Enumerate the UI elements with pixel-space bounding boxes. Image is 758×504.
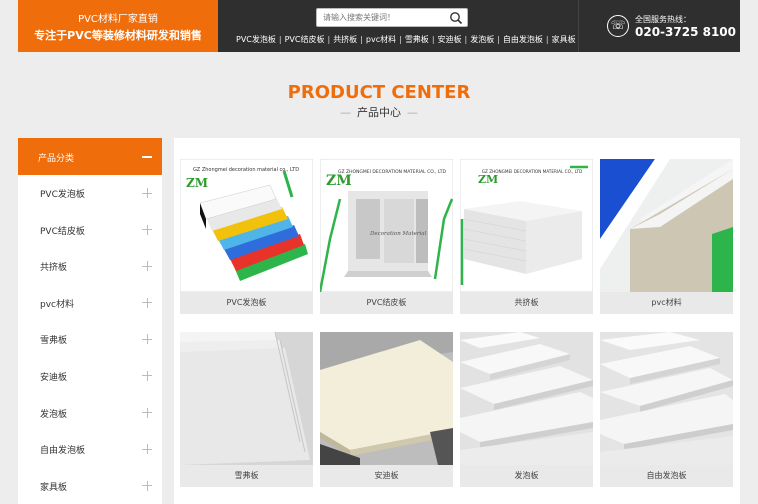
product-caption: 自由发泡板 [600, 465, 733, 487]
title-dash-left: — [340, 106, 351, 119]
phone-icon: ☏ [607, 15, 629, 37]
search-box [316, 8, 468, 27]
sidebar-item-pvc-foam-board[interactable]: PVC发泡板 [18, 175, 162, 212]
product-image-pvc-skin-board: GZ ZHONGMEI DECORATION MATERIAL CO., LTD… [320, 159, 453, 292]
title-dash-right: — [407, 106, 418, 119]
hotline-number: 020-3725 8100 [635, 25, 737, 39]
hotline-block: ☏ 全国服务热线： 020-3725 8100 [578, 0, 740, 52]
product-card[interactable]: GZ ZHONGMEI DECORATION MATERIAL CO., LTD… [460, 159, 593, 314]
product-card[interactable]: 雪弗板 [180, 332, 313, 487]
product-image-snow-board [180, 332, 313, 465]
plus-icon [142, 297, 152, 308]
product-card[interactable]: 安迪板 [320, 332, 453, 487]
plus-icon [142, 224, 152, 235]
product-caption: 安迪板 [320, 465, 453, 487]
sidebar-item-label: PVC结皮板 [40, 226, 85, 237]
product-caption: PVC发泡板 [180, 292, 313, 314]
sidebar-item-furniture-board[interactable]: 家具板 [18, 468, 162, 504]
product-caption: PVC结皮板 [320, 292, 453, 314]
product-image-coextruded-board: GZ ZHONGMEI DECORATION MATERIAL CO., LTD… [460, 159, 593, 292]
top-nav: PVC发泡板 | PVC结皮板 | 共挤板 | pvc材料 | 雪弗板 | 安迪板 | 发泡板 | 自由发泡… [236, 35, 581, 44]
plus-icon [142, 370, 152, 381]
sidebar-item-free-foam-board[interactable]: 自由发泡板 [18, 431, 162, 468]
nav-link-pvc-foam-board[interactable]: PVC发泡板 [236, 35, 276, 44]
plus-icon [142, 407, 152, 418]
nav-link-furniture-board[interactable]: 家具板 [552, 35, 576, 44]
product-image-pvc-foam-board: GZ Zhongmei decoration material co., LTD… [180, 159, 313, 292]
search-icon[interactable] [449, 11, 463, 25]
section-title-cn: — 产品中心 — [0, 104, 758, 120]
sidebar-header-label: 产品分类 [38, 154, 75, 164]
product-caption: 共挤板 [460, 292, 593, 314]
sidebar-item-label: 家具板 [40, 482, 68, 493]
logo-text: ZM [478, 173, 498, 186]
product-grid: GZ Zhongmei decoration material co., LTD… [174, 138, 740, 504]
plus-icon [142, 334, 152, 345]
nav-link-andy-board[interactable]: 安迪板 [438, 35, 462, 44]
section-title-en: PRODUCT CENTER [287, 82, 471, 103]
sidebar-item-pvc-material[interactable]: pvc材料 [18, 285, 162, 322]
sidebar-item-label: 发泡板 [40, 409, 68, 420]
hotline-label: 全国服务热线： [635, 15, 691, 24]
product-caption: 发泡板 [460, 465, 593, 487]
search-input[interactable] [323, 9, 441, 26]
nav-link-pvc-material[interactable]: pvc材料 [366, 35, 396, 44]
top-header: PVC材料厂家直销 专注于PVC等装修材料研发和销售 PVC发泡板|PVC结皮板… [18, 0, 740, 52]
plus-icon [142, 444, 152, 455]
collapse-icon [142, 156, 152, 158]
brand-block[interactable]: PVC材料厂家直销 专注于PVC等装修材料研发和销售 [18, 0, 218, 52]
watermark-text: GZ ZHONGMEI DECORATION MATERIAL CO., LTD [338, 169, 447, 175]
overlay-text: Decoration Material [369, 231, 427, 237]
plus-icon [142, 188, 152, 198]
product-card[interactable]: GZ Zhongmei decoration material co., LTD… [180, 159, 313, 314]
logo-text: ZM [186, 176, 208, 190]
sidebar-item-label: pvc材料 [40, 299, 74, 310]
sidebar-item-pvc-skin-board[interactable]: PVC结皮板 [18, 212, 162, 249]
product-caption: pvc材料 [600, 292, 733, 314]
brand-tagline: 专注于PVC等装修材料研发和销售 [34, 29, 202, 42]
product-card[interactable]: 发泡板 [460, 332, 593, 487]
sidebar-item-snow-board[interactable]: 雪弗板 [18, 321, 162, 358]
sidebar-item-foam-board[interactable]: 发泡板 [18, 395, 162, 432]
sidebar-item-label: PVC发泡板 [40, 190, 85, 200]
product-image-pvc-material [600, 159, 733, 292]
sidebar-item-label: 共挤板 [40, 263, 68, 274]
nav-link-free-foam-board[interactable]: 自由发泡板 [503, 35, 543, 44]
product-caption: 雪弗板 [180, 465, 313, 487]
product-card[interactable]: GZ ZHONGMEI DECORATION MATERIAL CO., LTD… [320, 159, 453, 314]
nav-link-snow-board[interactable]: 雪弗板 [405, 35, 429, 44]
product-card[interactable]: 自由发泡板 [600, 332, 733, 487]
section-title-cn-text: 产品中心 [357, 106, 401, 119]
logo-text: ZM [326, 173, 352, 189]
nav-link-coextruded-board[interactable]: 共挤板 [333, 35, 357, 44]
plus-icon [142, 261, 152, 272]
sidebar-item-label: 自由发泡板 [40, 446, 86, 457]
product-image-foam-board [460, 332, 593, 465]
sidebar-item-label: 安迪板 [40, 372, 68, 383]
sidebar-header[interactable]: 产品分类 [18, 138, 162, 175]
product-image-andy-board [320, 332, 453, 465]
nav-link-pvc-skin-board[interactable]: PVC结皮板 [285, 35, 325, 44]
category-sidebar: 产品分类 PVC发泡板 PVC结皮板 共挤板 pvc材料 雪弗板 安迪板 发泡板… [18, 138, 162, 504]
plus-icon [142, 480, 152, 491]
nav-link-foam-board[interactable]: 发泡板 [470, 35, 494, 44]
sidebar-item-coextruded-board[interactable]: 共挤板 [18, 248, 162, 285]
sidebar-item-label: 雪弗板 [40, 336, 68, 347]
brand-slogan: PVC材料厂家直销 [78, 14, 158, 25]
sidebar-item-andy-board[interactable]: 安迪板 [18, 358, 162, 395]
header-nav-area: PVC发泡板|PVC结皮板|共挤板|pvc材料|雪弗板|安迪板|发泡板|自由发泡… [218, 0, 581, 52]
product-image-free-foam-board [600, 332, 733, 465]
product-card[interactable]: pvc材料 [600, 159, 733, 314]
